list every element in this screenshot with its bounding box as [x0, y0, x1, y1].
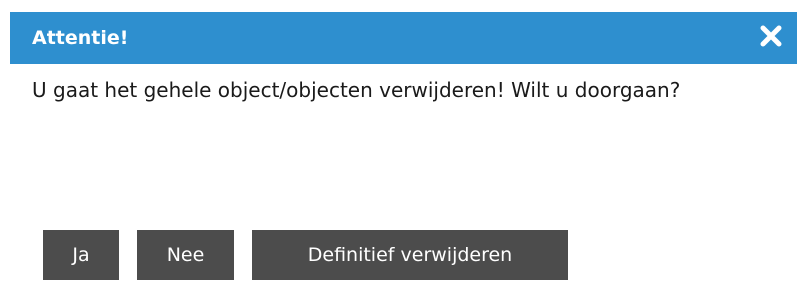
close-x-icon — [760, 25, 782, 47]
close-button[interactable] — [757, 22, 785, 50]
dialog-title: Attentie! — [32, 27, 129, 49]
confirm-dialog: Attentie! U gaat het gehele object/objec… — [0, 0, 797, 282]
dialog-message: U gaat het gehele object/objecten verwij… — [32, 78, 681, 102]
no-button[interactable]: Nee — [137, 230, 234, 280]
dialog-titlebar: Attentie! — [10, 12, 797, 64]
yes-button[interactable]: Ja — [43, 230, 119, 280]
delete-permanently-button[interactable]: Definitief verwijderen — [252, 230, 568, 280]
